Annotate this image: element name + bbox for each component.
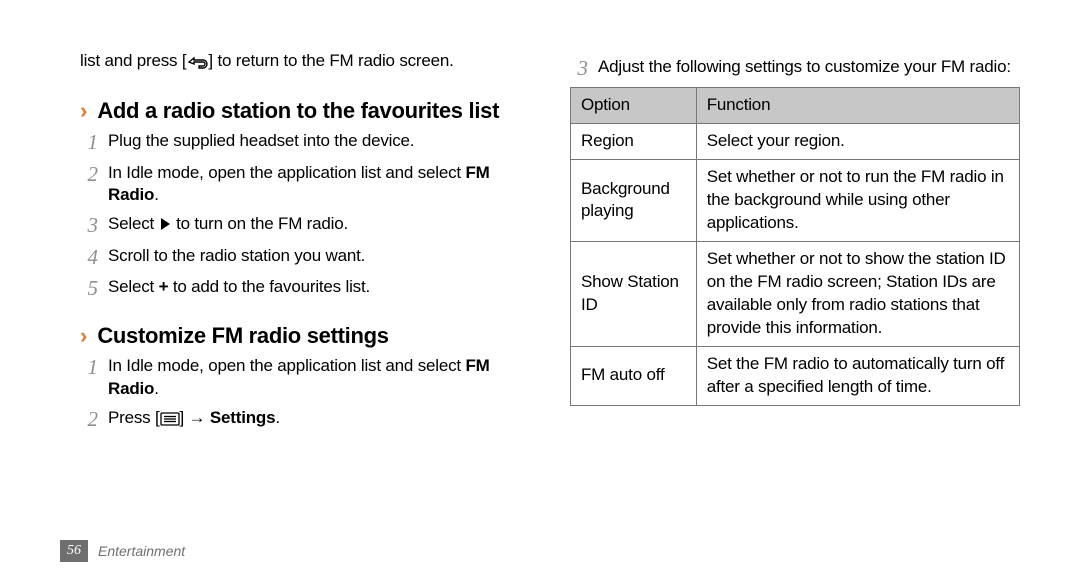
table-row: FM auto off Set the FM radio to automati… bbox=[571, 346, 1020, 405]
menu-icon bbox=[160, 410, 180, 433]
right-column: 3 Adjust the following settings to custo… bbox=[570, 50, 1020, 439]
step-row: 2 In Idle mode, open the application lis… bbox=[80, 162, 530, 208]
step-text-post: . bbox=[154, 379, 159, 398]
table-row: Background playing Set whether or not to… bbox=[571, 160, 1020, 242]
step-row: 3 Select to turn on the FM radio. bbox=[80, 213, 530, 238]
option-name: Background playing bbox=[571, 160, 697, 242]
option-name: FM auto off bbox=[571, 346, 697, 405]
step-text: Plug the supplied headset into the devic… bbox=[108, 130, 414, 155]
step-text-post: . bbox=[275, 408, 280, 427]
step-number: 3 bbox=[80, 213, 98, 238]
table-header-option: Option bbox=[571, 88, 697, 124]
step-text: Select + to add to the favourites list. bbox=[108, 276, 370, 301]
step-text: Press [ ] → Settings. bbox=[108, 407, 280, 433]
step-row: 4 Scroll to the radio station you want. bbox=[80, 245, 530, 270]
chevron-right-icon: › bbox=[80, 100, 87, 122]
step-number: 4 bbox=[80, 245, 98, 270]
step-text-pre: In Idle mode, open the application list … bbox=[108, 163, 465, 182]
table-row: Region Select your region. bbox=[571, 124, 1020, 160]
section-heading-customize: › Customize FM radio settings bbox=[80, 323, 530, 349]
left-column: list and press [ ] to return to the FM ra… bbox=[80, 50, 530, 439]
play-icon bbox=[161, 218, 170, 230]
step-text-post: . bbox=[154, 185, 159, 204]
step-text-pre: Press [ bbox=[108, 408, 160, 427]
step-text: Scroll to the radio station you want. bbox=[108, 245, 365, 270]
step-row: 5 Select + to add to the favourites list… bbox=[80, 276, 530, 301]
step-number: 3 bbox=[570, 56, 588, 81]
step-number: 1 bbox=[80, 130, 98, 155]
step-text-bold: + bbox=[159, 277, 169, 296]
option-name: Region bbox=[571, 124, 697, 160]
step-text: In Idle mode, open the application list … bbox=[108, 355, 530, 401]
step-number: 2 bbox=[80, 407, 98, 433]
step-text-post: to turn on the FM radio. bbox=[172, 214, 348, 233]
step-number: 2 bbox=[80, 162, 98, 208]
table-row: Show Station ID Set whether or not to sh… bbox=[571, 241, 1020, 346]
step-text: Adjust the following settings to customi… bbox=[598, 56, 1011, 81]
step-text-bold: Settings bbox=[210, 408, 275, 427]
step-text-pre: Select bbox=[108, 214, 159, 233]
step-number: 5 bbox=[80, 276, 98, 301]
option-function: Select your region. bbox=[696, 124, 1019, 160]
section-heading-favourites: › Add a radio station to the favourites … bbox=[80, 98, 530, 124]
intro-text-pre: list and press [ bbox=[80, 51, 186, 70]
step-text-pre: In Idle mode, open the application list … bbox=[108, 356, 465, 375]
section-title: Customize FM radio settings bbox=[97, 323, 388, 349]
step-row: 1 Plug the supplied headset into the dev… bbox=[80, 130, 530, 155]
step-row: 2 Press [ ] → Settings. bbox=[80, 407, 530, 433]
option-function: Set whether or not to run the FM radio i… bbox=[696, 160, 1019, 242]
step-text-pre: Select bbox=[108, 277, 159, 296]
step-text: Select to turn on the FM radio. bbox=[108, 213, 348, 238]
chevron-right-icon: › bbox=[80, 325, 87, 347]
two-column-layout: list and press [ ] to return to the FM ra… bbox=[80, 50, 1020, 439]
continuation-line: list and press [ ] to return to the FM ra… bbox=[80, 50, 530, 76]
step-text-mid: ] → bbox=[180, 408, 210, 427]
step-row: 1 In Idle mode, open the application lis… bbox=[80, 355, 530, 401]
back-icon bbox=[186, 53, 208, 76]
page-footer: 56 Entertainment bbox=[60, 540, 185, 562]
table-header-function: Function bbox=[696, 88, 1019, 124]
step-text: In Idle mode, open the application list … bbox=[108, 162, 530, 208]
step-row: 3 Adjust the following settings to custo… bbox=[570, 56, 1020, 81]
option-function: Set whether or not to show the station I… bbox=[696, 241, 1019, 346]
intro-text-post: ] to return to the FM radio screen. bbox=[208, 51, 453, 70]
step-number: 1 bbox=[80, 355, 98, 401]
options-table: Option Function Region Select your regio… bbox=[570, 87, 1020, 405]
option-name: Show Station ID bbox=[571, 241, 697, 346]
table-header-row: Option Function bbox=[571, 88, 1020, 124]
manual-page: list and press [ ] to return to the FM ra… bbox=[0, 0, 1080, 586]
page-number: 56 bbox=[60, 540, 88, 562]
section-label: Entertainment bbox=[98, 543, 185, 559]
option-function: Set the FM radio to automatically turn o… bbox=[696, 346, 1019, 405]
section-title: Add a radio station to the favourites li… bbox=[97, 98, 499, 124]
step-text-post: to add to the favourites list. bbox=[168, 277, 370, 296]
